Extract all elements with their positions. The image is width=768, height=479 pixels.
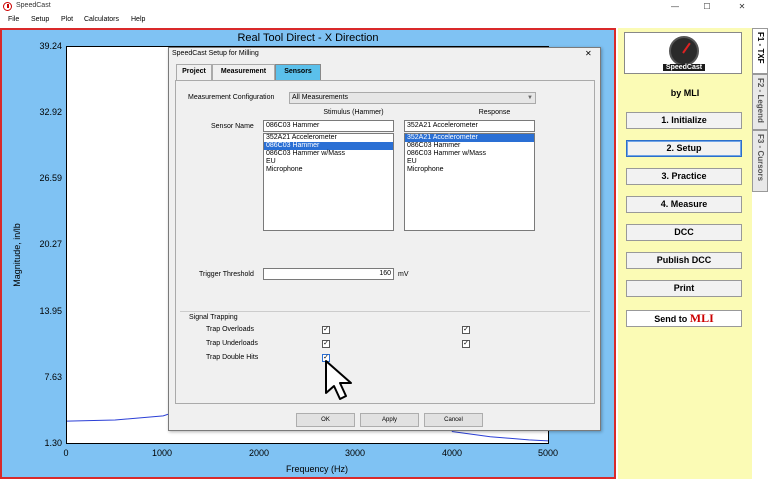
setup-button[interactable]: 2. Setup [626, 140, 742, 157]
plot-title: Real Tool Direct - X Direction [237, 32, 379, 44]
list-item[interactable]: EU [264, 158, 393, 166]
response-header: Response [478, 109, 511, 116]
series-line-0 [66, 412, 173, 422]
menu-setup[interactable]: Setup [31, 16, 49, 23]
x-tick-label: 5000 [537, 448, 559, 458]
side-panel: SpeedCast by MLI 1. Initialize 2. Setup … [618, 28, 752, 479]
y-tick-label: 26.59 [39, 173, 62, 183]
logo-text: SpeedCast [662, 64, 706, 71]
dialog-close-button[interactable]: ✕ [585, 49, 592, 58]
print-button[interactable]: Print [626, 280, 742, 297]
list-item[interactable]: 086C03 Hammer [264, 142, 393, 150]
trap-double-hits-label: Trap Double Hits [206, 354, 259, 361]
trigger-threshold-field[interactable]: 160 [263, 268, 394, 280]
minimize-button[interactable]: — [668, 1, 682, 12]
config-value: All Measurements [292, 94, 349, 101]
trigger-unit: mV [398, 271, 409, 278]
app-icon [3, 2, 12, 11]
menu-help[interactable]: Help [131, 16, 145, 23]
y-tick-label: 7.63 [44, 372, 62, 382]
config-select[interactable]: All Measurements ▼ [289, 92, 536, 104]
practice-button[interactable]: 3. Practice [626, 168, 742, 185]
list-item[interactable]: 086C03 Hammer [405, 142, 534, 150]
trap-overloads-stimulus-checkbox[interactable]: ✓ [322, 326, 330, 334]
sensor-name-label: Sensor Name [211, 123, 254, 130]
stimulus-header: Stimulus (Hammer) [323, 109, 384, 116]
list-item[interactable]: 086C03 Hammer w/Mass [264, 150, 393, 158]
send-to-label: Send to [654, 314, 688, 324]
sensors-tab-page: Measurement Configuration All Measuremen… [175, 80, 595, 404]
stimulus-sensor-field[interactable]: 086C03 Hammer [263, 120, 394, 132]
speedcast-logo: SpeedCast [624, 32, 742, 74]
x-tick-label: 3000 [344, 448, 366, 458]
trigger-threshold-label: Trigger Threshold [199, 271, 254, 278]
apply-button[interactable]: Apply [360, 413, 419, 427]
list-item[interactable]: EU [405, 158, 534, 166]
send-to-mli-button[interactable]: Send to MLI [626, 310, 742, 327]
x-tick-label: 0 [63, 448, 69, 458]
measure-button[interactable]: 4. Measure [626, 196, 742, 213]
tab-f3-cursors[interactable]: F3 - Cursors [752, 130, 768, 192]
x-tick-label: 1000 [151, 448, 173, 458]
dcc-button[interactable]: DCC [626, 224, 742, 241]
trap-overloads-response-checkbox[interactable]: ✓ [462, 326, 470, 334]
y-tick-label: 1.30 [44, 438, 62, 448]
ok-button[interactable]: OK [296, 413, 355, 427]
trap-overloads-label: Trap Overloads [206, 326, 254, 333]
initialize-button[interactable]: 1. Initialize [626, 112, 742, 129]
x-tick-label: 4000 [441, 448, 463, 458]
stimulus-sensor-list[interactable]: 352A21 Accelerometer 086C03 Hammer 086C0… [263, 133, 394, 231]
title-bar: SpeedCast — ☐ ✕ [0, 0, 768, 13]
setup-dialog: SpeedCast Setup for Milling ✕ Project Me… [168, 47, 601, 431]
trap-underloads-response-checkbox[interactable]: ✓ [462, 340, 470, 348]
y-axis-label: Magnitude, in/lb [12, 223, 22, 287]
tab-f1-txf[interactable]: F1 - TXF [752, 28, 768, 74]
tab-f2-legend[interactable]: F2 - Legend [752, 74, 768, 130]
list-item[interactable]: 086C03 Hammer w/Mass [405, 150, 534, 158]
divider [180, 311, 590, 312]
chevron-down-icon: ▼ [527, 95, 533, 101]
tab-measurement[interactable]: Measurement [212, 64, 275, 80]
menu-bar: File Setup Plot Calculators Help [0, 13, 768, 27]
cancel-button[interactable]: Cancel [424, 413, 483, 427]
publish-dcc-button[interactable]: Publish DCC [626, 252, 742, 269]
window-title: SpeedCast [16, 2, 51, 9]
series-line-1 [451, 431, 549, 442]
response-sensor-field[interactable]: 352A21 Accelerometer [404, 120, 535, 132]
trap-underloads-label: Trap Underloads [206, 340, 258, 347]
by-mli-label: by MLI [670, 88, 700, 98]
y-tick-label: 39.24 [39, 41, 62, 51]
menu-plot[interactable]: Plot [61, 16, 73, 23]
close-button[interactable]: ✕ [735, 1, 749, 12]
list-item[interactable]: Microphone [405, 166, 534, 174]
tab-project[interactable]: Project [176, 64, 212, 80]
maximize-button[interactable]: ☐ [700, 1, 714, 12]
y-tick-label: 32.92 [39, 107, 62, 117]
mouse-pointer-icon [325, 360, 352, 400]
tab-sensors[interactable]: Sensors [275, 64, 321, 80]
response-sensor-list[interactable]: 352A21 Accelerometer 086C03 Hammer 086C0… [404, 133, 535, 231]
signal-trapping-label: Signal Trapping [189, 314, 238, 321]
list-item[interactable]: 352A21 Accelerometer [405, 134, 534, 142]
config-label: Measurement Configuration [188, 94, 275, 101]
trap-underloads-stimulus-checkbox[interactable]: ✓ [322, 340, 330, 348]
x-tick-label: 2000 [248, 448, 270, 458]
menu-calculators[interactable]: Calculators [84, 16, 119, 23]
list-item[interactable]: 352A21 Accelerometer [264, 134, 393, 142]
mli-brand: MLI [689, 311, 714, 325]
x-axis-label: Frequency (Hz) [285, 464, 348, 474]
list-item[interactable]: Microphone [264, 166, 393, 174]
dialog-title: SpeedCast Setup for Milling [172, 50, 259, 57]
menu-file[interactable]: File [8, 16, 19, 23]
